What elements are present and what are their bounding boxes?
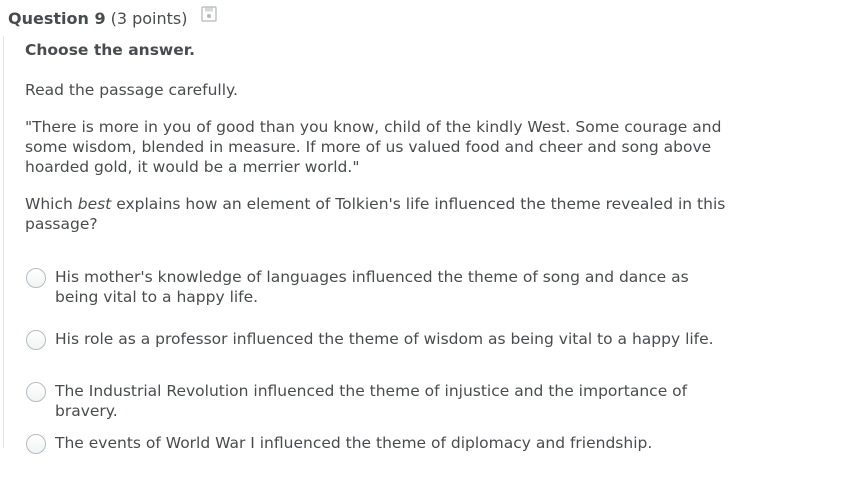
question-content: Choose the answer. Read the passage care… (25, 40, 765, 234)
question-stem-suffix: explains how an element of Tolkien's lif… (25, 195, 726, 233)
answer-options: His mother's knowledge of languages infl… (25, 267, 785, 463)
question-stem: Which best explains how an element of To… (25, 194, 765, 234)
answer-option-label: The Industrial Revolution influenced the… (55, 382, 688, 420)
answer-option-label: The events of World War I influenced the… (55, 434, 653, 452)
question-stem-prefix: Which (25, 195, 78, 213)
read-prompt: Read the passage carefully. (25, 81, 238, 99)
question-points: (3 points) (110, 8, 188, 28)
radio-button-3[interactable] (26, 382, 46, 402)
passage-quote: "There is more in you of good than you k… (25, 118, 722, 176)
answer-option-2[interactable]: His role as a professor influenced the t… (25, 329, 785, 381)
answer-option-4[interactable]: The events of World War I influenced the… (25, 433, 785, 463)
answer-option-1[interactable]: His mother's knowledge of languages infl… (25, 267, 785, 329)
radio-button-2[interactable] (26, 330, 46, 350)
question-stem-emphasis: best (77, 195, 112, 213)
answer-option-label: His role as a professor influenced the t… (55, 330, 714, 348)
answer-option-label: His mother's knowledge of languages infl… (55, 268, 689, 306)
question-title: Question 9 (8, 8, 106, 28)
radio-button-4[interactable] (26, 434, 46, 454)
question-header: Question 9 (3 points) (8, 7, 187, 29)
question-left-rule (3, 36, 4, 448)
radio-button-1[interactable] (26, 268, 46, 288)
instruction-text: Choose the answer. (25, 41, 196, 59)
answer-option-3[interactable]: The Industrial Revolution influenced the… (25, 381, 785, 433)
save-icon[interactable] (201, 6, 217, 22)
